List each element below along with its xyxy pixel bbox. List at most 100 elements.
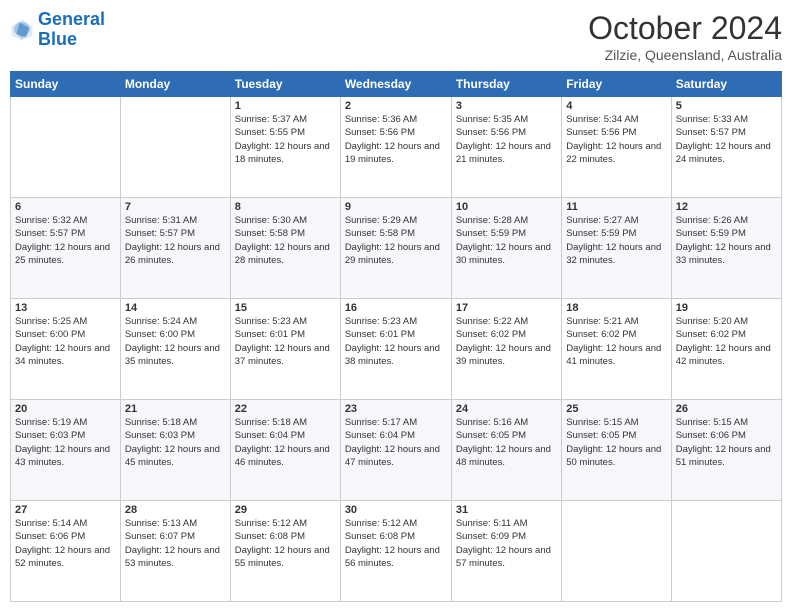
day-number: 16 — [345, 302, 447, 314]
day-number: 8 — [235, 201, 336, 213]
day-info: Sunrise: 5:23 AMSunset: 6:01 PMDaylight:… — [345, 315, 447, 368]
calendar-cell: 29Sunrise: 5:12 AMSunset: 6:08 PMDayligh… — [230, 501, 340, 602]
calendar-table: Sunday Monday Tuesday Wednesday Thursday… — [10, 71, 782, 602]
calendar-cell: 12Sunrise: 5:26 AMSunset: 5:59 PMDayligh… — [671, 198, 781, 299]
day-info: Sunrise: 5:23 AMSunset: 6:01 PMDaylight:… — [235, 315, 336, 368]
day-info: Sunrise: 5:26 AMSunset: 5:59 PMDaylight:… — [676, 214, 777, 267]
calendar-cell: 3Sunrise: 5:35 AMSunset: 5:56 PMDaylight… — [451, 97, 561, 198]
calendar-cell: 7Sunrise: 5:31 AMSunset: 5:57 PMDaylight… — [120, 198, 230, 299]
day-number: 14 — [125, 302, 226, 314]
day-number: 6 — [15, 201, 116, 213]
calendar-header-row: Sunday Monday Tuesday Wednesday Thursday… — [11, 72, 782, 97]
day-info: Sunrise: 5:30 AMSunset: 5:58 PMDaylight:… — [235, 214, 336, 267]
page-header: General Blue October 2024 Zilzie, Queens… — [10, 10, 782, 63]
calendar-cell — [562, 501, 671, 602]
calendar-cell: 26Sunrise: 5:15 AMSunset: 6:06 PMDayligh… — [671, 400, 781, 501]
calendar-cell: 13Sunrise: 5:25 AMSunset: 6:00 PMDayligh… — [11, 299, 121, 400]
calendar-cell: 1Sunrise: 5:37 AMSunset: 5:55 PMDaylight… — [230, 97, 340, 198]
day-info: Sunrise: 5:27 AMSunset: 5:59 PMDaylight:… — [566, 214, 666, 267]
day-number: 21 — [125, 403, 226, 415]
day-info: Sunrise: 5:20 AMSunset: 6:02 PMDaylight:… — [676, 315, 777, 368]
day-info: Sunrise: 5:13 AMSunset: 6:07 PMDaylight:… — [125, 517, 226, 570]
calendar-week-row: 13Sunrise: 5:25 AMSunset: 6:00 PMDayligh… — [11, 299, 782, 400]
calendar-cell: 17Sunrise: 5:22 AMSunset: 6:02 PMDayligh… — [451, 299, 561, 400]
calendar-cell: 23Sunrise: 5:17 AMSunset: 6:04 PMDayligh… — [340, 400, 451, 501]
day-info: Sunrise: 5:12 AMSunset: 6:08 PMDaylight:… — [235, 517, 336, 570]
calendar-cell: 11Sunrise: 5:27 AMSunset: 5:59 PMDayligh… — [562, 198, 671, 299]
day-info: Sunrise: 5:16 AMSunset: 6:05 PMDaylight:… — [456, 416, 557, 469]
calendar-cell: 22Sunrise: 5:18 AMSunset: 6:04 PMDayligh… — [230, 400, 340, 501]
day-info: Sunrise: 5:11 AMSunset: 6:09 PMDaylight:… — [456, 517, 557, 570]
day-info: Sunrise: 5:24 AMSunset: 6:00 PMDaylight:… — [125, 315, 226, 368]
calendar-week-row: 20Sunrise: 5:19 AMSunset: 6:03 PMDayligh… — [11, 400, 782, 501]
day-number: 1 — [235, 100, 336, 112]
day-number: 18 — [566, 302, 666, 314]
day-info: Sunrise: 5:17 AMSunset: 6:04 PMDaylight:… — [345, 416, 447, 469]
calendar-cell: 20Sunrise: 5:19 AMSunset: 6:03 PMDayligh… — [11, 400, 121, 501]
day-number: 30 — [345, 504, 447, 516]
logo-text: General Blue — [38, 10, 105, 50]
calendar-cell: 15Sunrise: 5:23 AMSunset: 6:01 PMDayligh… — [230, 299, 340, 400]
day-info: Sunrise: 5:12 AMSunset: 6:08 PMDaylight:… — [345, 517, 447, 570]
day-number: 29 — [235, 504, 336, 516]
calendar-cell: 6Sunrise: 5:32 AMSunset: 5:57 PMDaylight… — [11, 198, 121, 299]
location: Zilzie, Queensland, Australia — [588, 47, 782, 63]
day-info: Sunrise: 5:28 AMSunset: 5:59 PMDaylight:… — [456, 214, 557, 267]
day-info: Sunrise: 5:32 AMSunset: 5:57 PMDaylight:… — [15, 214, 116, 267]
day-number: 17 — [456, 302, 557, 314]
calendar-week-row: 1Sunrise: 5:37 AMSunset: 5:55 PMDaylight… — [11, 97, 782, 198]
day-number: 12 — [676, 201, 777, 213]
calendar-cell: 5Sunrise: 5:33 AMSunset: 5:57 PMDaylight… — [671, 97, 781, 198]
day-info: Sunrise: 5:22 AMSunset: 6:02 PMDaylight:… — [456, 315, 557, 368]
day-number: 24 — [456, 403, 557, 415]
calendar-cell: 8Sunrise: 5:30 AMSunset: 5:58 PMDaylight… — [230, 198, 340, 299]
calendar-cell — [120, 97, 230, 198]
day-number: 10 — [456, 201, 557, 213]
calendar-cell: 30Sunrise: 5:12 AMSunset: 6:08 PMDayligh… — [340, 501, 451, 602]
calendar-cell: 14Sunrise: 5:24 AMSunset: 6:00 PMDayligh… — [120, 299, 230, 400]
day-info: Sunrise: 5:15 AMSunset: 6:05 PMDaylight:… — [566, 416, 666, 469]
day-number: 19 — [676, 302, 777, 314]
day-info: Sunrise: 5:25 AMSunset: 6:00 PMDaylight:… — [15, 315, 116, 368]
day-number: 26 — [676, 403, 777, 415]
calendar-cell: 31Sunrise: 5:11 AMSunset: 6:09 PMDayligh… — [451, 501, 561, 602]
day-info: Sunrise: 5:31 AMSunset: 5:57 PMDaylight:… — [125, 214, 226, 267]
day-info: Sunrise: 5:19 AMSunset: 6:03 PMDaylight:… — [15, 416, 116, 469]
day-number: 3 — [456, 100, 557, 112]
day-info: Sunrise: 5:18 AMSunset: 6:03 PMDaylight:… — [125, 416, 226, 469]
calendar-cell — [671, 501, 781, 602]
col-saturday: Saturday — [671, 72, 781, 97]
day-info: Sunrise: 5:21 AMSunset: 6:02 PMDaylight:… — [566, 315, 666, 368]
day-number: 11 — [566, 201, 666, 213]
day-info: Sunrise: 5:33 AMSunset: 5:57 PMDaylight:… — [676, 113, 777, 166]
calendar-cell: 27Sunrise: 5:14 AMSunset: 6:06 PMDayligh… — [11, 501, 121, 602]
logo-icon — [10, 18, 34, 42]
calendar-cell: 28Sunrise: 5:13 AMSunset: 6:07 PMDayligh… — [120, 501, 230, 602]
day-number: 20 — [15, 403, 116, 415]
calendar-cell: 16Sunrise: 5:23 AMSunset: 6:01 PMDayligh… — [340, 299, 451, 400]
calendar-cell: 24Sunrise: 5:16 AMSunset: 6:05 PMDayligh… — [451, 400, 561, 501]
day-info: Sunrise: 5:35 AMSunset: 5:56 PMDaylight:… — [456, 113, 557, 166]
col-tuesday: Tuesday — [230, 72, 340, 97]
day-number: 31 — [456, 504, 557, 516]
col-friday: Friday — [562, 72, 671, 97]
calendar-cell: 4Sunrise: 5:34 AMSunset: 5:56 PMDaylight… — [562, 97, 671, 198]
col-thursday: Thursday — [451, 72, 561, 97]
title-area: October 2024 Zilzie, Queensland, Austral… — [588, 10, 782, 63]
day-number: 23 — [345, 403, 447, 415]
day-info: Sunrise: 5:29 AMSunset: 5:58 PMDaylight:… — [345, 214, 447, 267]
calendar-cell: 25Sunrise: 5:15 AMSunset: 6:05 PMDayligh… — [562, 400, 671, 501]
calendar-cell: 21Sunrise: 5:18 AMSunset: 6:03 PMDayligh… — [120, 400, 230, 501]
day-number: 27 — [15, 504, 116, 516]
day-number: 9 — [345, 201, 447, 213]
day-info: Sunrise: 5:36 AMSunset: 5:56 PMDaylight:… — [345, 113, 447, 166]
logo: General Blue — [10, 10, 105, 50]
month-title: October 2024 — [588, 10, 782, 47]
calendar-cell: 10Sunrise: 5:28 AMSunset: 5:59 PMDayligh… — [451, 198, 561, 299]
calendar-cell: 2Sunrise: 5:36 AMSunset: 5:56 PMDaylight… — [340, 97, 451, 198]
day-number: 2 — [345, 100, 447, 112]
day-number: 22 — [235, 403, 336, 415]
col-sunday: Sunday — [11, 72, 121, 97]
calendar-cell: 9Sunrise: 5:29 AMSunset: 5:58 PMDaylight… — [340, 198, 451, 299]
day-info: Sunrise: 5:37 AMSunset: 5:55 PMDaylight:… — [235, 113, 336, 166]
